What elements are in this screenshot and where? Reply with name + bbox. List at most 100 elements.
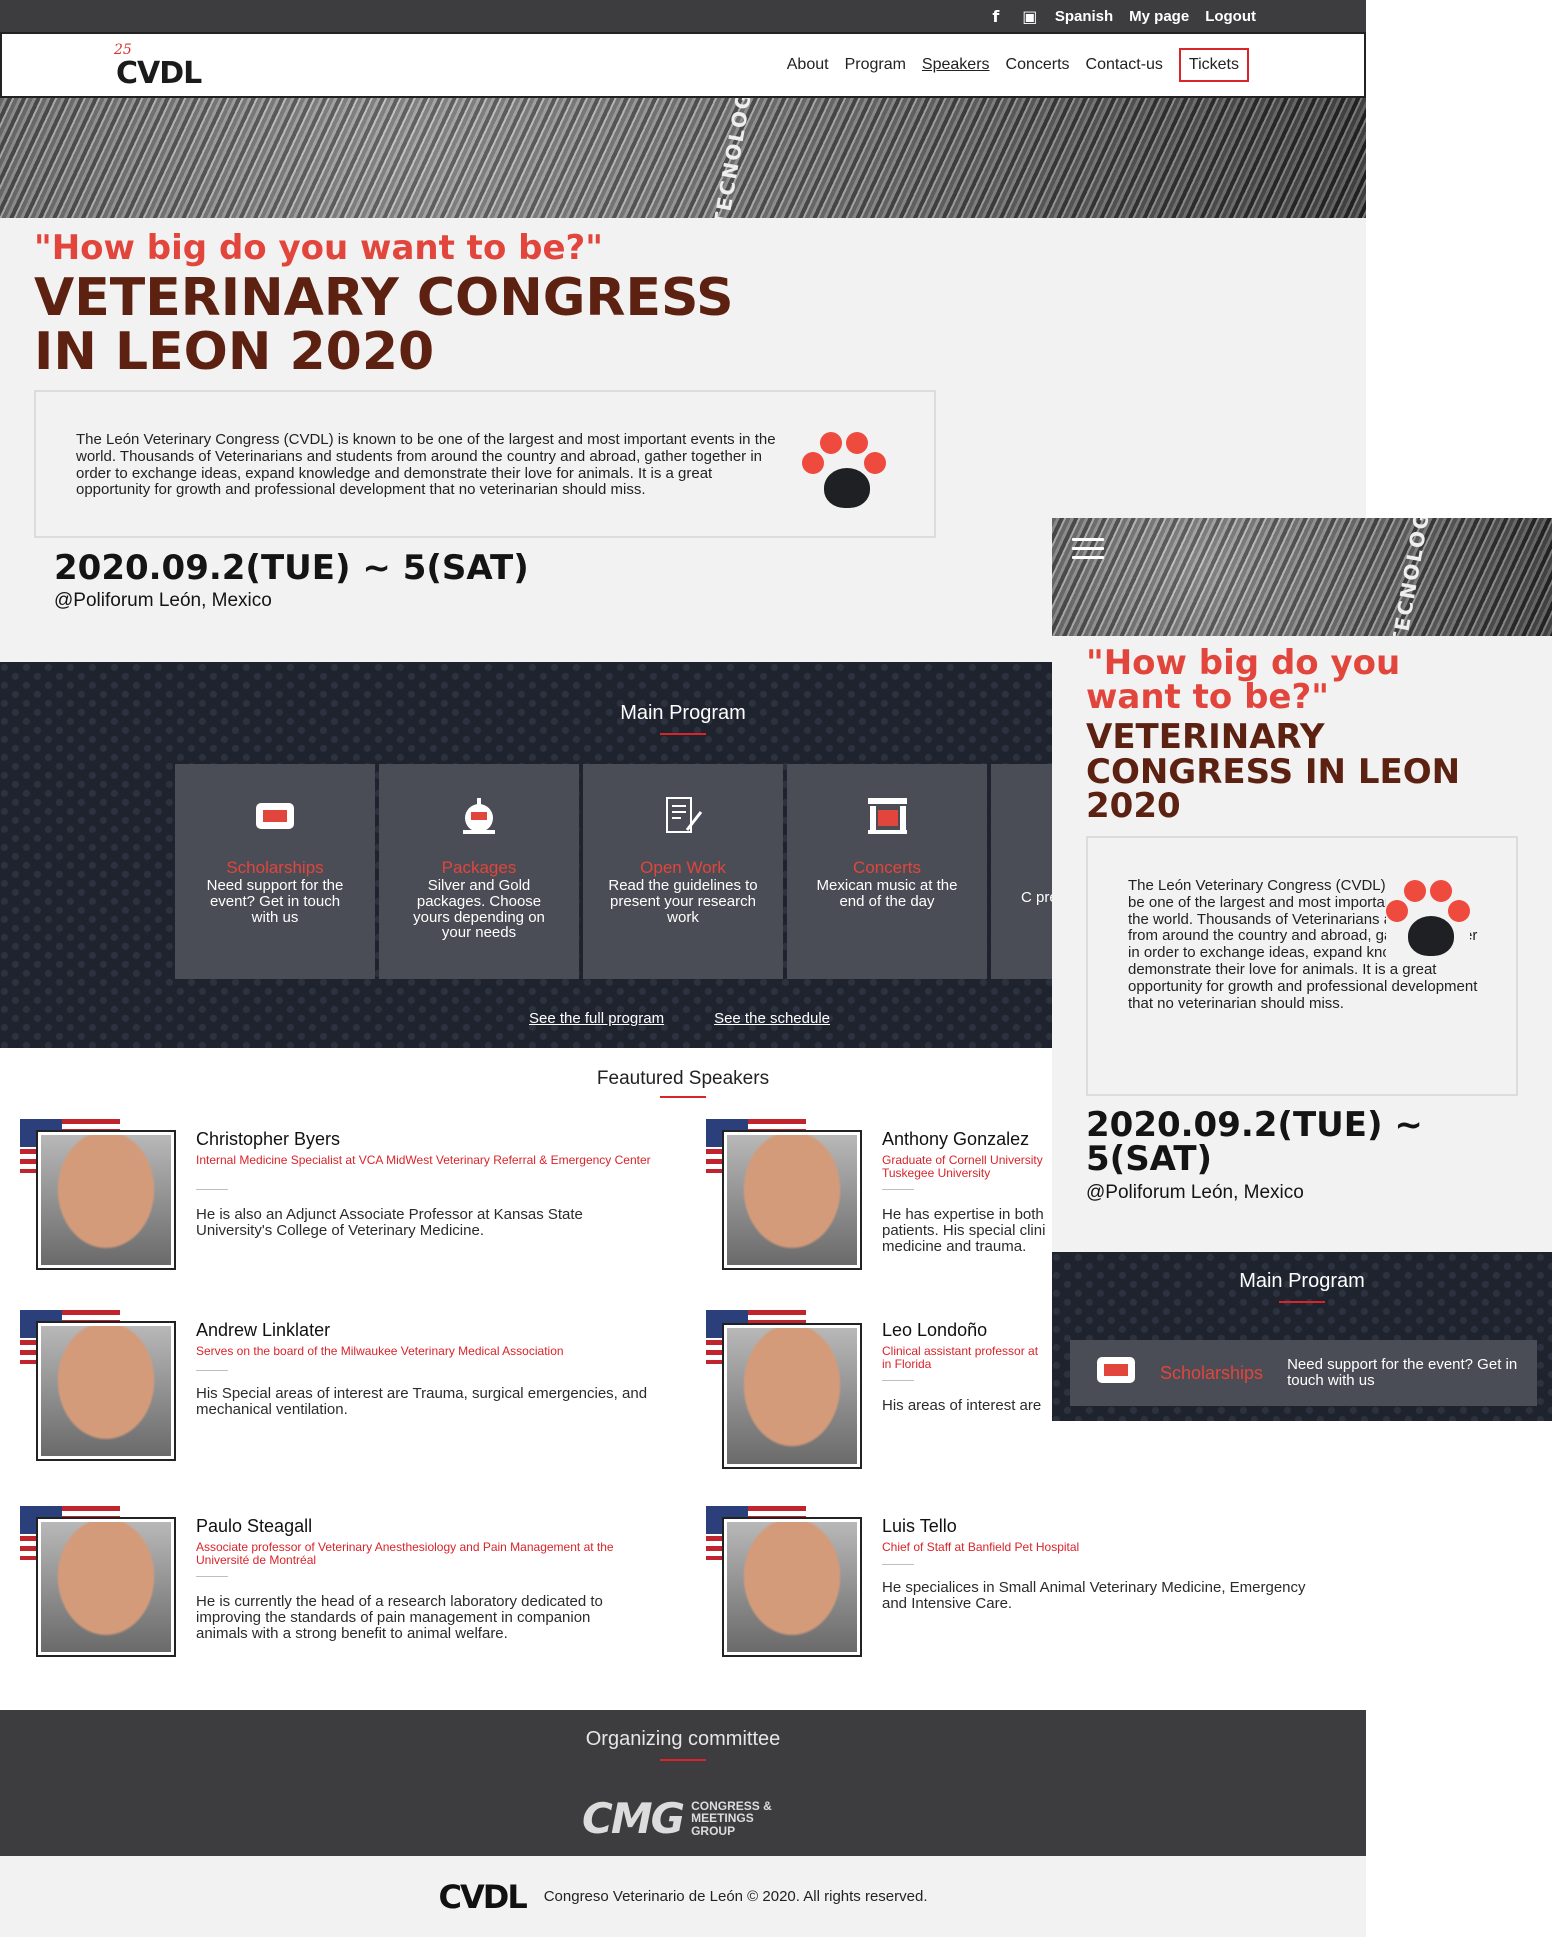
logout-link[interactable]: Logout xyxy=(1205,8,1256,25)
speaker-photo xyxy=(36,1321,176,1461)
separator xyxy=(196,1370,228,1371)
nav-tickets-button[interactable]: Tickets xyxy=(1178,48,1249,82)
cvdl-logo[interactable]: 25 CVDL xyxy=(112,40,202,91)
intro-text: The León Veterinary Congress (CVDL) is k… xyxy=(76,431,776,499)
stage-icon xyxy=(867,798,907,834)
card-desc: Need support for the event? Get in touch… xyxy=(206,877,344,926)
hero-slogan: "How big do you want to be?" xyxy=(34,228,603,268)
speaker-bio: He is also an Adjunct Associate Professo… xyxy=(196,1206,583,1240)
hamburger-menu-icon[interactable] xyxy=(1072,538,1104,565)
speaker-role: Internal Medicine Specialist at VCA MidW… xyxy=(196,1153,651,1167)
speaker-name: Anthony Gonzalez xyxy=(882,1129,1030,1149)
document-edit-icon xyxy=(663,797,703,834)
speaker-photo xyxy=(722,1130,862,1270)
program-card-packages[interactable]: Packages Silver and Gold packages. Choos… xyxy=(379,764,579,979)
banner-sign: TECNOLOGÍ xyxy=(708,98,758,218)
mobile-main-program-title: Main Program xyxy=(1052,1252,1552,1303)
speaker-photo xyxy=(722,1323,862,1469)
mobile-event-date: 2020.09.2(TUE) ~ 5(SAT) xyxy=(1086,1105,1423,1179)
nav-concerts[interactable]: Concerts xyxy=(1006,56,1070,74)
card-title: Open Work xyxy=(640,858,726,877)
speaker-name: Andrew Linklater xyxy=(196,1320,331,1340)
nav-contact[interactable]: Contact-us xyxy=(1086,56,1163,74)
ticket-icon xyxy=(255,798,295,834)
footer: CVDL Congreso Veterinario de León © 2020… xyxy=(0,1856,1366,1937)
facebook-icon[interactable]: f xyxy=(987,7,1005,26)
speaker-bio: His Special areas of interest are Trauma… xyxy=(196,1385,648,1419)
speaker-name: Leo Londoño xyxy=(882,1320,988,1340)
card-title: Packages xyxy=(441,858,517,877)
speaker-card[interactable]: Luis Tello Chief of Staff at Banfield Pe… xyxy=(706,1506,1346,1676)
main-navbar: 25 CVDL About Program Speakers Concerts … xyxy=(0,32,1366,98)
photo-icon[interactable]: ▣ xyxy=(1021,7,1039,26)
top-utility-bar: f ▣ Spanish My page Logout xyxy=(0,0,1366,32)
cmg-logo-mark: CMG xyxy=(582,1794,685,1843)
program-card-concerts[interactable]: Concerts Mexican music at the end of the… xyxy=(787,764,987,979)
event-venue: @Poliforum León, Mexico xyxy=(54,590,272,611)
card-title: Scholarships xyxy=(1160,1362,1264,1383)
nav-about[interactable]: About xyxy=(787,56,829,74)
card-desc: Silver and Gold packages. Choose yours d… xyxy=(413,877,545,942)
nav-speakers[interactable]: Speakers xyxy=(922,56,990,74)
footer-logo[interactable]: CVDL xyxy=(439,1878,528,1916)
speaker-card[interactable]: Andrew Linklater Serves on the board of … xyxy=(20,1310,647,1480)
card-title: Concerts xyxy=(852,858,922,877)
paw-icon xyxy=(1386,878,1470,962)
see-schedule-link[interactable]: See the schedule xyxy=(714,1010,830,1027)
gift-icon xyxy=(459,798,499,834)
see-full-program-link[interactable]: See the full program xyxy=(529,1010,664,1027)
program-card-partial[interactable]: C pre xyxy=(991,764,1061,979)
speaker-card[interactable]: Christopher Byers Internal Medicine Spec… xyxy=(20,1119,651,1289)
ticket-icon xyxy=(1096,1356,1136,1391)
program-card-scholarships[interactable]: Scholarships Need support for the event?… xyxy=(175,764,375,979)
cmg-logo[interactable]: CMG CONGRESS & MEETINGS GROUP xyxy=(582,1794,772,1843)
speaker-role: Clinical assistant professor at in Flori… xyxy=(882,1344,1039,1371)
nav-links: About Program Speakers Concerts Contact-… xyxy=(787,48,1249,82)
speaker-role: Graduate of Cornell University Tuskegee … xyxy=(882,1153,1043,1180)
card-desc: Read the guidelines to present your rese… xyxy=(608,877,758,926)
speaker-bio: He specialices in Small Animal Veterinar… xyxy=(882,1579,1306,1613)
speaker-card[interactable]: Paulo Steagall Associate professor of Ve… xyxy=(20,1506,614,1676)
mobile-program-card-scholarships[interactable]: Scholarships Need support for the event?… xyxy=(1070,1340,1537,1406)
separator xyxy=(196,1576,228,1577)
my-page-link[interactable]: My page xyxy=(1129,8,1189,25)
speaker-bio: He is currently the head of a research l… xyxy=(196,1593,603,1643)
nav-program[interactable]: Program xyxy=(845,56,906,74)
speaker-name: Paulo Steagall xyxy=(196,1516,313,1536)
speaker-photo xyxy=(36,1130,176,1270)
mobile-banner-image: TECNOLOGÍ xyxy=(1052,518,1552,636)
speaker-bio: He has expertise in both patients. His s… xyxy=(882,1206,1046,1256)
cmg-logo-text: CONGRESS & MEETINGS GROUP xyxy=(691,1798,772,1838)
title-underline xyxy=(660,1096,706,1098)
mobile-intro-box: The León Veterinary Congress (CVDL) is k… xyxy=(1086,836,1518,1096)
speaker-role: Associate professor of Veterinary Anesth… xyxy=(196,1540,614,1567)
logo-text: CVDL xyxy=(116,56,202,91)
mobile-event-venue: @Poliforum León, Mexico xyxy=(1086,1182,1304,1203)
speaker-role: Chief of Staff at Banfield Pet Hospital xyxy=(882,1540,1080,1554)
program-card-open-work[interactable]: Open Work Read the guidelines to present… xyxy=(583,764,783,979)
hero-title-line1: VETERINARY CONGRESS xyxy=(34,268,734,328)
language-link[interactable]: Spanish xyxy=(1055,8,1113,25)
speaker-card[interactable]: Leo Londoño Clinical assistant professor… xyxy=(706,1310,1052,1480)
title-underline xyxy=(660,733,706,735)
card-title: Scholarships xyxy=(226,858,324,877)
speaker-photo xyxy=(722,1517,862,1657)
hero-title-line2: IN LEON 2020 xyxy=(34,322,435,382)
mobile-view-panel: TECNOLOGÍ "How big do you want to be?" V… xyxy=(1052,518,1552,1421)
intro-box: The León Veterinary Congress (CVDL) is k… xyxy=(34,390,936,538)
hero-banner-image: TECNOLOGÍ xyxy=(0,98,1366,218)
copyright-text: Congreso Veterinario de León © 2020. All… xyxy=(543,1888,928,1905)
title-underline xyxy=(660,1759,706,1761)
event-date: 2020.09.2(TUE) ~ 5(SAT) xyxy=(54,548,529,588)
organizing-committee-section: Organizing committee CMG CONGRESS & MEET… xyxy=(0,1710,1366,1856)
mobile-title: VETERINARY CONGRESS IN LEON 2020 xyxy=(1086,717,1461,827)
program-links: See the full program See the schedule xyxy=(529,1010,830,1027)
committee-title: Organizing committee xyxy=(0,1710,1366,1761)
card-desc: Need support for the event? Get in touch… xyxy=(1287,1356,1518,1389)
speaker-photo xyxy=(36,1517,176,1657)
program-cards: Scholarships Need support for the event?… xyxy=(175,764,1061,979)
title-underline xyxy=(1279,1301,1325,1303)
separator xyxy=(196,1189,228,1190)
separator xyxy=(882,1380,914,1381)
speaker-card[interactable]: Anthony Gonzalez Graduate of Cornell Uni… xyxy=(706,1119,1052,1289)
